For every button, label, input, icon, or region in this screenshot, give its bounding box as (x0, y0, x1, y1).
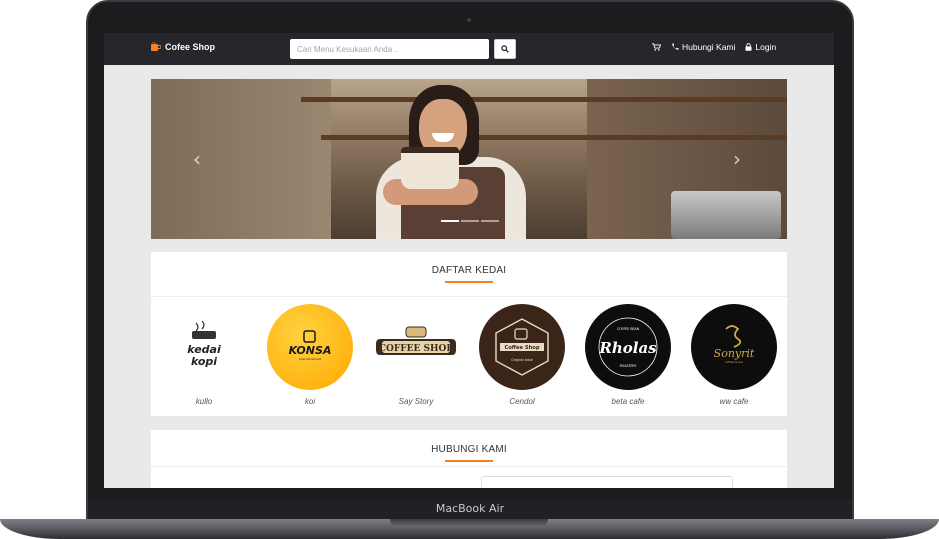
nav-links: Hubungi Kami Login (652, 42, 776, 52)
shop-logo: kedai kopi (161, 304, 247, 390)
shop-card[interactable]: COFFEE SHOP Say Story (363, 304, 469, 406)
svg-text:Coffee Shop: Coffee Shop (504, 345, 539, 351)
svg-text:Original taste: Original taste (511, 358, 533, 362)
shop-grid: kedai kopi kullo KONSA kopi ternikmat ko… (151, 304, 787, 406)
svg-text:Sonyrit: Sonyrit (714, 347, 755, 360)
svg-text:COFFEE SHOP: COFFEE SHOP (379, 344, 453, 354)
shop-logo: Sonyrit coffee & bar (691, 304, 777, 390)
device-label: MacBook Air (435, 502, 505, 515)
search-icon (501, 45, 509, 53)
brand[interactable]: Cofee Shop (150, 42, 215, 52)
carousel-indicator[interactable] (461, 220, 479, 222)
shop-name: ww cafe (719, 397, 749, 406)
coffee-cup-icon (151, 42, 161, 51)
shop-name: Cendol (509, 397, 535, 406)
coffee-cup-icon: Coffee Shop Original taste (495, 318, 549, 376)
sonyrit-logo-icon: Sonyrit coffee & bar (714, 325, 755, 364)
shop-card[interactable]: kedai kopi kullo (151, 304, 257, 406)
contact-link[interactable]: Hubungi Kami (671, 42, 735, 52)
contact-section-title: HUBUNGI KAMI (431, 444, 507, 455)
shop-name: kullo (195, 397, 213, 406)
carousel-indicator[interactable] (481, 220, 499, 222)
contact-form-box[interactable] (481, 476, 733, 488)
search-button[interactable] (494, 39, 516, 59)
svg-text:coffee & bar: coffee & bar (725, 360, 744, 364)
svg-text:kopi: kopi (191, 355, 217, 368)
shop-name: beta cafe (611, 397, 645, 406)
title-underline (445, 460, 493, 462)
laptop-notch (390, 519, 548, 527)
shop-logo: COFFEE SHOP (373, 304, 459, 390)
laptop-bezel-bottom: MacBook Air (88, 500, 852, 520)
carousel-prev-icon[interactable]: ‹ (193, 147, 201, 171)
rholas-logo-icon: Rholas COFFEE BEAN ROASTERY (598, 317, 658, 377)
svg-text:Rholas: Rholas (598, 339, 657, 357)
brand-name: Cofee Shop (165, 42, 216, 52)
shop-card[interactable]: Sonyrit coffee & bar ww cafe (681, 304, 787, 406)
svg-text:KONSA: KONSA (289, 344, 332, 357)
shop-card[interactable]: Coffee Shop Original taste Cendol (469, 304, 575, 406)
shop-card[interactable]: KONSA kopi ternikmat koi (257, 304, 363, 406)
shop-name: koi (304, 397, 316, 406)
coffee-cup-icon: KONSA kopi ternikmat (289, 330, 332, 361)
contact-card: HUBUNGI KAMI (151, 430, 787, 488)
cart-icon (652, 43, 661, 51)
login-link[interactable]: Login (745, 42, 776, 52)
shop-name: Say Story (398, 397, 434, 406)
svg-text:kopi ternikmat: kopi ternikmat (299, 357, 322, 361)
contact-link-label: Hubungi Kami (682, 42, 736, 52)
phone-icon (672, 43, 679, 50)
coffee-shop-badge-icon: COFFEE SHOP (376, 326, 456, 355)
cart-button[interactable] (652, 43, 661, 51)
shop-card[interactable]: Rholas COFFEE BEAN ROASTERY beta cafe (575, 304, 681, 406)
hero-carousel[interactable]: ‹ › (151, 79, 787, 239)
login-link-label: Login (755, 42, 777, 52)
shop-list-title: DAFTAR KEDAI (431, 265, 507, 276)
hero-image (151, 79, 787, 239)
svg-text:ROASTERY: ROASTERY (620, 364, 637, 368)
shop-list-card: DAFTAR KEDAI kedai kopi kullo KONSA kopi… (151, 252, 787, 416)
title-underline (445, 281, 493, 283)
search-input[interactable] (290, 39, 489, 59)
carousel-indicator[interactable] (441, 220, 459, 222)
shop-logo: Coffee Shop Original taste (479, 304, 565, 390)
carousel-next-icon[interactable]: › (733, 147, 741, 171)
screen: Cofee Shop Hubungi Kami (104, 33, 834, 488)
lock-icon (745, 43, 752, 51)
svg-text:COFFEE BEAN: COFFEE BEAN (617, 327, 640, 331)
shop-logo: KONSA kopi ternikmat (267, 304, 353, 390)
carousel-indicators (441, 220, 499, 222)
shop-logo: Rholas COFFEE BEAN ROASTERY (585, 304, 671, 390)
coffee-cup-icon: kedai kopi (187, 320, 221, 368)
navbar: Cofee Shop Hubungi Kami (104, 33, 834, 65)
webcam-icon (467, 18, 471, 22)
